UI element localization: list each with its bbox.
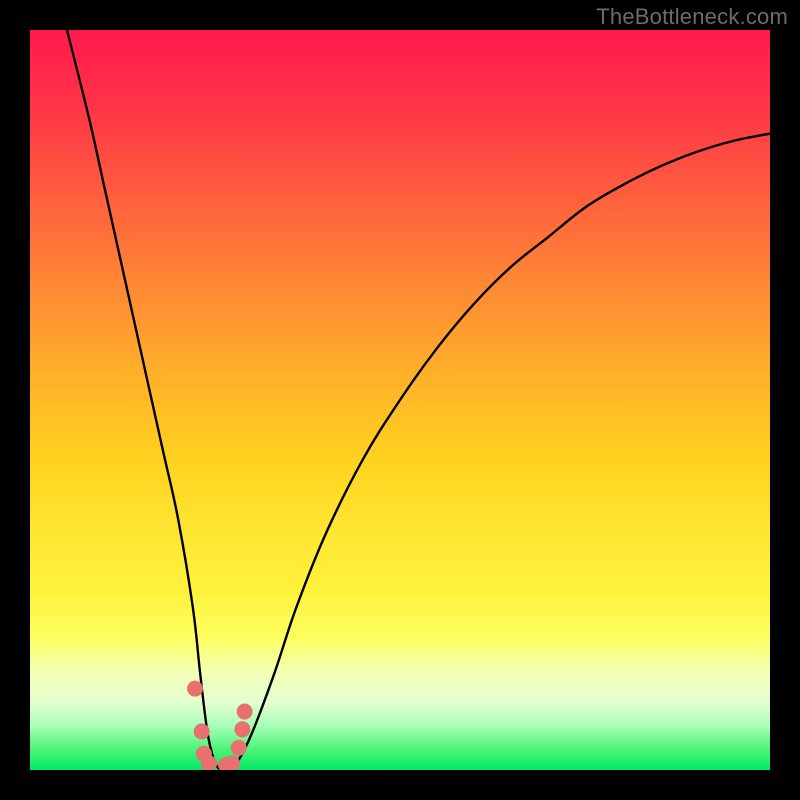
watermark-text: TheBottleneck.com [596, 4, 788, 30]
curve-marker [218, 757, 234, 770]
curve-marker [187, 681, 203, 697]
curve-marker [224, 755, 240, 770]
bottleneck-curve [67, 30, 770, 770]
curve-marker [201, 755, 217, 770]
chart-frame: TheBottleneck.com [0, 0, 800, 800]
curve-marker [237, 704, 253, 720]
curve-marker [196, 746, 212, 762]
curve-marker [194, 724, 210, 740]
curve-markers [187, 681, 253, 770]
curve-svg [30, 30, 770, 770]
plot-area [30, 30, 770, 770]
curve-marker [234, 721, 250, 737]
curve-marker [231, 740, 247, 756]
